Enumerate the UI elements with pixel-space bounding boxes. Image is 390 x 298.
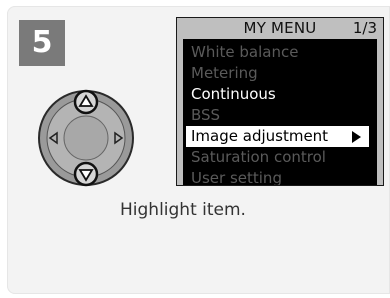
step-number-badge: 5 <box>19 20 65 66</box>
menu-page-indicator: 1/3 <box>352 19 377 37</box>
menu-item-saturation-control[interactable]: Saturation control <box>189 147 375 168</box>
menu-item-bss[interactable]: BSS <box>189 105 375 126</box>
menu-item-user-setting[interactable]: User setting <box>189 168 375 186</box>
menu-item-continuous[interactable]: Continuous <box>189 84 375 105</box>
menu-list-area: White balance Metering Continuous BSS Im… <box>183 39 377 185</box>
camera-menu-screen: MY MENU 1/3 White balance Metering Conti… <box>176 17 384 186</box>
menu-header: MY MENU 1/3 <box>177 18 383 39</box>
menu-item-image-adjustment[interactable]: Image adjustment <box>186 126 369 147</box>
manual-page: 5 MY MENU 1/3 White balance Metering Con… <box>0 0 390 298</box>
menu-item-white-balance[interactable]: White balance <box>189 42 375 63</box>
down-arrow-highlight-icon <box>73 161 99 187</box>
up-arrow-highlight-icon <box>73 89 99 115</box>
submenu-arrow-icon <box>352 131 361 143</box>
menu-item-label: Image adjustment <box>191 127 329 145</box>
menu-item-label: Continuous <box>191 85 276 103</box>
menu-item-label: BSS <box>191 106 221 124</box>
menu-item-label: Metering <box>191 64 258 82</box>
instruction-caption: Highlight item. <box>120 200 246 220</box>
menu-item-metering[interactable]: Metering <box>189 63 375 84</box>
multi-selector-dpad <box>36 88 136 188</box>
menu-item-label: White balance <box>191 43 299 61</box>
menu-item-label: User setting <box>191 169 282 186</box>
menu-items: White balance Metering Continuous BSS Im… <box>186 42 375 186</box>
menu-item-label: Saturation control <box>191 148 326 166</box>
